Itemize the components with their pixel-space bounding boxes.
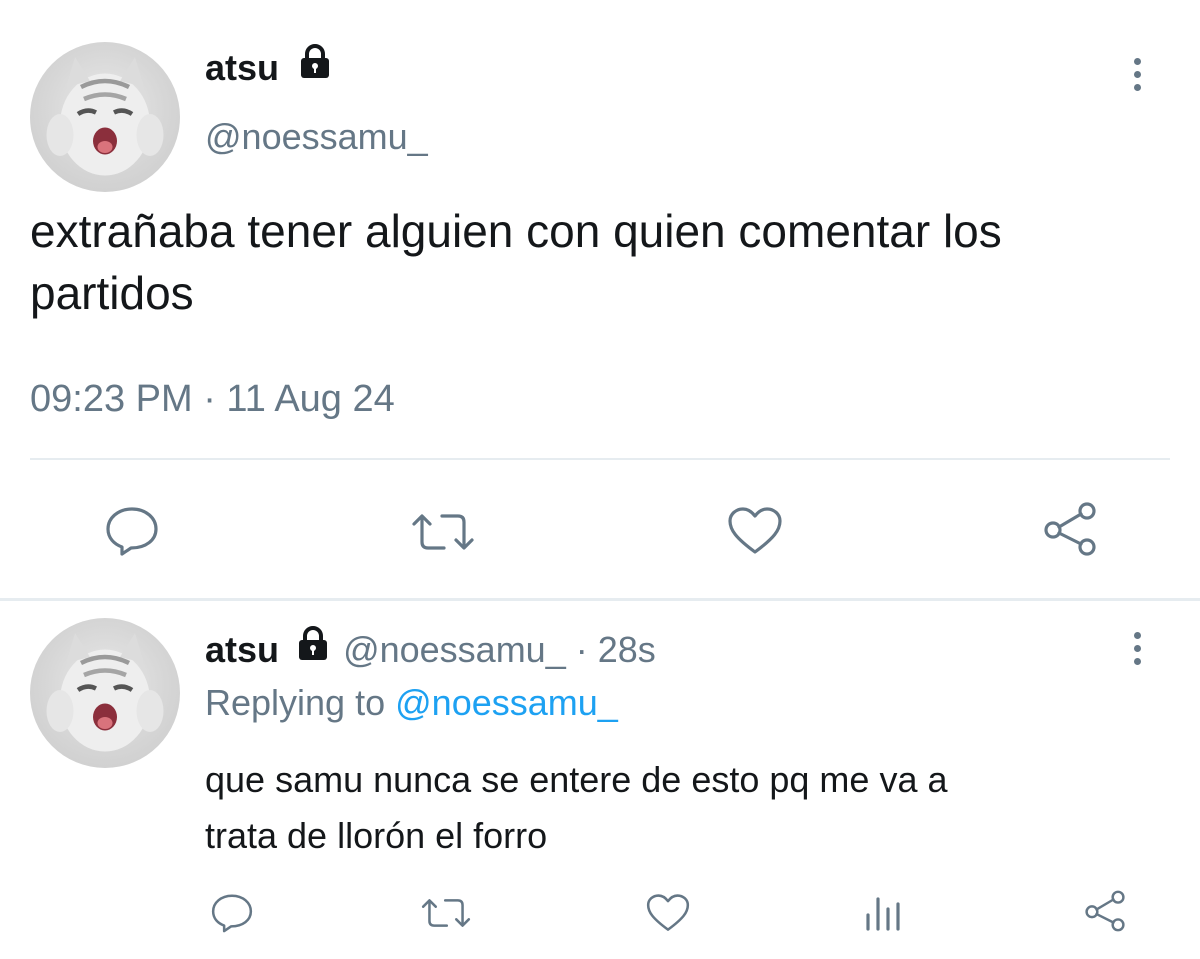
reply-text-line: trata de llorón el forro (205, 815, 548, 856)
share-icon[interactable] (1082, 888, 1128, 934)
retweet-icon[interactable] (410, 508, 476, 556)
avatar[interactable] (30, 618, 180, 768)
reply-author-row: atsu @noessamu_ · 28s (205, 626, 656, 674)
reply-icon[interactable] (210, 892, 254, 934)
reply-text: que samu nunca se entere de esto pq me v… (205, 752, 947, 864)
replying-label: Replying to (205, 682, 386, 723)
share-icon[interactable] (1040, 500, 1100, 558)
tweet-separator (0, 598, 1200, 601)
cat-avatar-image (46, 633, 164, 752)
lock-icon (293, 624, 333, 674)
more-options-icon[interactable] (1125, 58, 1149, 91)
display-name[interactable]: atsu (205, 47, 279, 88)
replying-handle-link[interactable]: @noessamu_ (395, 682, 618, 723)
divider (30, 458, 1170, 460)
avatar[interactable] (30, 42, 180, 192)
tweet-timestamp[interactable]: 09:23 PM · 11 Aug 24 (30, 376, 395, 422)
lock-icon (295, 42, 335, 92)
replying-to: Replying to @noessamu_ (205, 681, 618, 725)
time-ago: · 28s (575, 629, 656, 670)
handle[interactable]: @noessamu_ (205, 115, 428, 159)
display-name[interactable]: atsu (205, 629, 279, 670)
retweet-icon[interactable] (420, 893, 472, 933)
tweet-author-row: atsu (205, 44, 335, 92)
analytics-icon[interactable] (862, 893, 906, 933)
handle[interactable]: @noessamu_ (343, 629, 566, 670)
tweet-text: extrañaba tener alguien con quien coment… (30, 205, 1002, 319)
cat-avatar-image (46, 57, 164, 176)
reply-icon[interactable] (104, 505, 160, 557)
reply-text-line: que samu nunca se entere de esto pq me v… (205, 759, 948, 800)
like-icon[interactable] (726, 506, 784, 556)
more-options-icon[interactable] (1125, 632, 1149, 665)
like-icon[interactable] (645, 893, 691, 933)
